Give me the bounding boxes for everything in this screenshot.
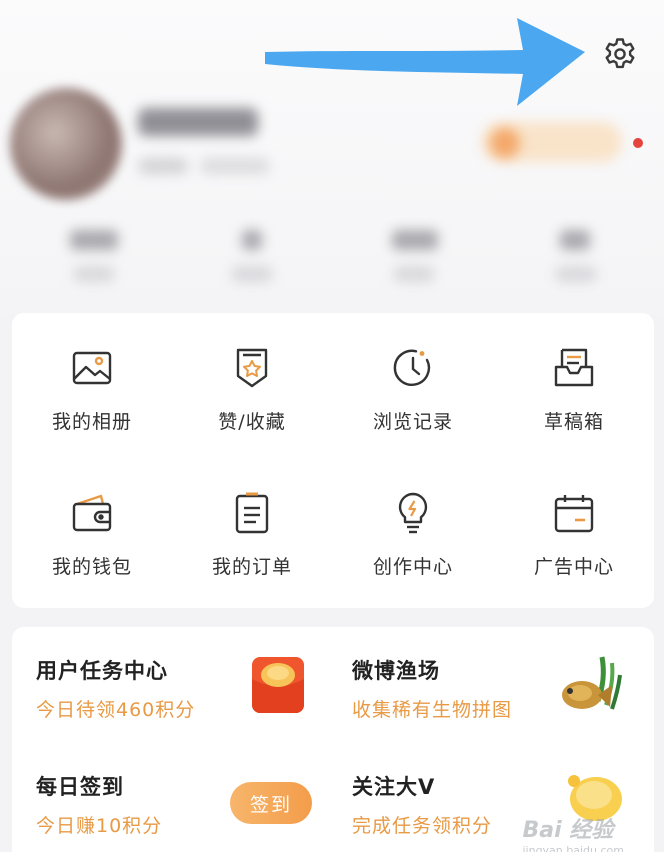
grid-item-ad-center[interactable]: 广告中心: [494, 458, 654, 588]
username-blurred[interactable]: [138, 108, 258, 136]
history-clock-icon: [393, 349, 431, 386]
grid-item-history[interactable]: 浏览记录: [333, 313, 493, 443]
grid-item-likes-favorites[interactable]: 赞/收藏: [172, 313, 332, 443]
task-title: 微博渔场: [352, 659, 440, 683]
grid-item-label: 创作中心: [372, 556, 453, 578]
task-follow-v[interactable]: 关注大V 完成任务领积分: [352, 771, 492, 838]
profile-meta-blurred: [138, 158, 188, 174]
avatar[interactable]: [10, 88, 122, 200]
lightbulb-icon: [398, 492, 428, 534]
grid-item-label: 草稿箱: [543, 411, 604, 433]
task-weibo-fishing[interactable]: 微博渔场 收集稀有生物拼图: [352, 655, 512, 722]
profile-meta-blurred-2: [200, 158, 270, 174]
gear-icon: [605, 38, 635, 69]
task-title: 关注大V: [352, 775, 436, 799]
grid-item-label: 我的订单: [211, 556, 292, 578]
grid-item-label: 广告中心: [533, 556, 614, 578]
calendar-ad-icon: [554, 495, 594, 533]
baidu-jingyan-watermark: Bai 经验 jingyan.baidu.com: [522, 812, 624, 852]
red-packet-icon: [252, 657, 304, 713]
stat-value-blurred[interactable]: [70, 230, 118, 250]
stat-label-blurred: [394, 266, 434, 282]
grid-item-creator-center[interactable]: 创作中心: [333, 458, 493, 588]
vip-badge-icon-blurred: [490, 128, 520, 158]
task-card: 用户任务中心 今日待领460积分 微博渔场 收集稀有生物拼图 每日签到 今日赚1…: [12, 627, 654, 852]
stat-value-blurred[interactable]: [242, 230, 262, 250]
watermark-text: Bai 经验: [522, 818, 614, 843]
feature-grid: 我的相册 赞/收藏 浏览记录 草稿箱 我的钱包 我的订单 创作中心 广告中心: [12, 313, 654, 608]
task-subtitle: 今日赚10积分: [36, 815, 163, 837]
grid-item-label: 我的相册: [51, 411, 132, 433]
fish-illustration-icon: [562, 656, 622, 710]
grid-item-label: 赞/收藏: [218, 411, 286, 433]
stat-label-blurred: [232, 266, 272, 282]
star-bookmark-icon: [236, 348, 268, 388]
annotation-arrow: [265, 18, 585, 106]
watermark-url: jingyan.baidu.com: [522, 844, 624, 852]
stat-value-blurred[interactable]: [560, 230, 590, 250]
stat-label-blurred: [74, 266, 114, 282]
task-subtitle: 完成任务领积分: [352, 815, 493, 837]
notification-dot: [633, 138, 643, 148]
grid-item-wallet[interactable]: 我的钱包: [12, 458, 172, 588]
task-daily-checkin[interactable]: 每日签到 今日赚10积分: [36, 771, 162, 838]
task-subtitle: 今日待领460积分: [36, 699, 196, 721]
grid-item-label: 我的钱包: [51, 556, 132, 578]
checkin-button[interactable]: 签到: [230, 782, 312, 824]
grid-item-drafts[interactable]: 草稿箱: [494, 313, 654, 443]
task-title: 每日签到: [36, 775, 124, 799]
wallet-icon: [72, 494, 112, 532]
grid-item-orders[interactable]: 我的订单: [172, 458, 332, 588]
grid-item-label: 浏览记录: [372, 411, 453, 433]
settings-button[interactable]: [598, 32, 642, 76]
photo-album-icon: [72, 351, 112, 385]
task-user-center[interactable]: 用户任务中心 今日待领460积分: [36, 655, 195, 722]
order-list-icon: [235, 492, 269, 534]
stat-value-blurred[interactable]: [392, 230, 438, 250]
task-title: 用户任务中心: [36, 659, 168, 683]
task-subtitle: 收集稀有生物拼图: [352, 699, 513, 721]
grid-item-album[interactable]: 我的相册: [12, 313, 172, 443]
stat-label-blurred: [556, 266, 596, 282]
draft-box-icon: [554, 348, 594, 387]
